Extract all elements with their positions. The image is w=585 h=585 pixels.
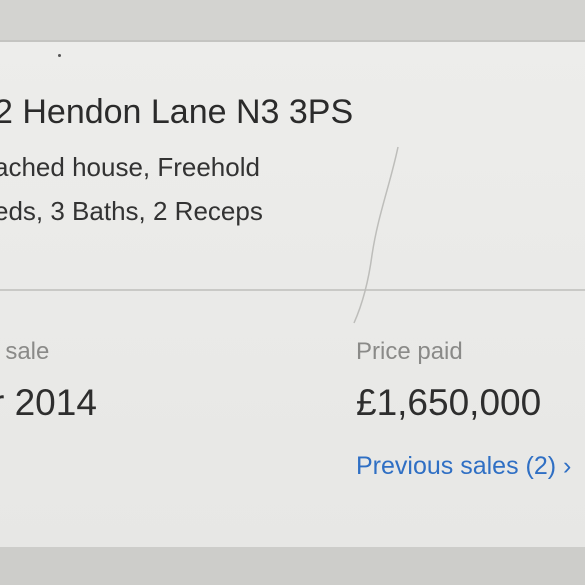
price-paid-label: Price paid — [356, 338, 463, 365]
screen: 2 Hendon Lane N3 3PS ached house, Freeho… — [0, 0, 585, 585]
property-type: ached house, Freehold — [0, 152, 260, 182]
property-rooms: eds, 3 Baths, 2 Receps — [0, 196, 263, 226]
price-paid-value: £1,650,000 — [356, 382, 542, 423]
last-sale-label: t sale — [0, 338, 50, 365]
top-strip — [0, 0, 585, 40]
last-sale-date: r 2014 — [0, 382, 97, 423]
previous-sales-link[interactable]: Previous sales (2) › — [356, 452, 571, 481]
property-address: 2 Hendon Lane N3 3PS — [0, 93, 354, 131]
screen-speck — [58, 54, 61, 57]
bottom-strip — [0, 547, 585, 585]
section-divider — [0, 289, 585, 291]
